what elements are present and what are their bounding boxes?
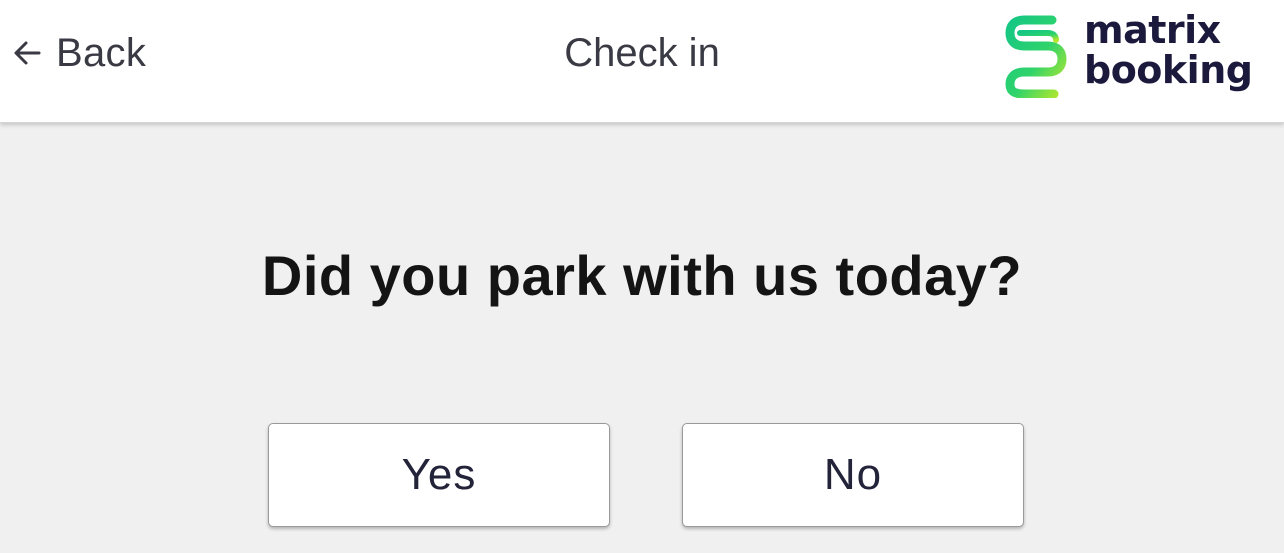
parking-question: Did you park with us today? (261, 244, 1023, 307)
top-bar: Back Check in matrix booking (0, 0, 1284, 123)
logo-word-booking: booking (1084, 48, 1253, 92)
check-in-panel: Did you park with us today? Yes No (0, 123, 1284, 553)
no-button[interactable]: No (682, 423, 1024, 527)
yes-button[interactable]: Yes (268, 423, 610, 527)
matrix-booking-logo-mark (1005, 15, 1067, 98)
matrix-booking-logo: matrix booking (1004, 10, 1274, 100)
logo-wordmark: matrix booking (1084, 8, 1253, 92)
logo-word-matrix: matrix (1084, 8, 1221, 52)
